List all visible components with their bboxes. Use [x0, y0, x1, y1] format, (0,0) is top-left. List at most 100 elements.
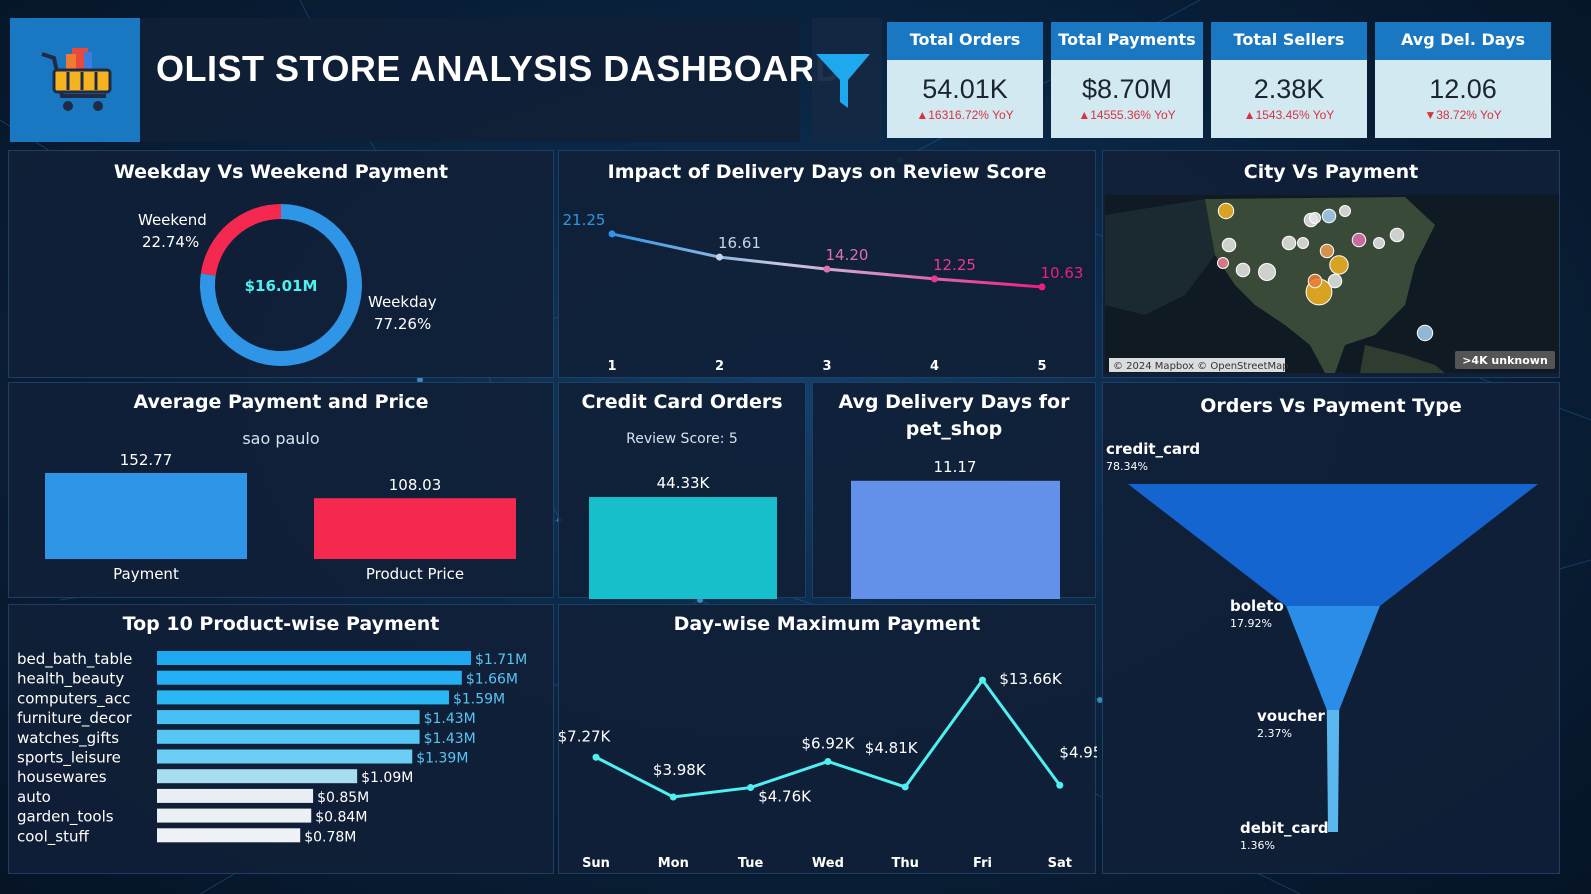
product-category-label: watches_gifts [17, 729, 119, 748]
kpi-value: $8.70M [1081, 74, 1173, 104]
review-data-label: 14.20 [826, 246, 869, 264]
funnel-percent-label: 78.34% [1106, 460, 1148, 473]
daywise-data-label: $13.66K [999, 670, 1062, 688]
kpi-total-sellers: Total Sellers 2.38K ▲1543.45% YoY [1211, 22, 1367, 138]
orders-payment-type-panel: Orders Vs Payment Type credit_card 78.34%… [1102, 382, 1560, 874]
product-category-label: garden_tools [17, 808, 114, 827]
product-category-label: furniture_decor [17, 709, 132, 728]
review-data-label: 21.25 [563, 211, 606, 229]
product-value-label: $1.66M [466, 672, 518, 688]
x-tick-label: 3 [822, 359, 831, 374]
x-tick-label: 5 [1037, 359, 1046, 374]
review-point [1038, 283, 1046, 291]
city-bubble [1327, 273, 1343, 289]
bar-value-label: 108.03 [389, 476, 442, 494]
product-bar [157, 828, 301, 843]
kpi-yoy: ▼38.72% YoY [1424, 108, 1502, 122]
weekend-label: Weekend [138, 211, 207, 229]
triangle-up-icon: ▲ [1243, 108, 1256, 122]
pet-delivery-bar-chart: 11.17 [851, 458, 1060, 599]
daywise-data-label: $4.81K [865, 739, 919, 757]
logo-box [10, 18, 140, 142]
x-tick-label: 4 [930, 359, 939, 374]
top-products-panel: Top 10 Product-wise Payment bed_bath_tab… [8, 604, 554, 874]
city-bubble [1235, 262, 1251, 278]
city-bubble [1319, 243, 1335, 259]
payment-type-funnel-chart: credit_card 78.34% boleto 17.92% voucher 2.37… [1106, 440, 1538, 852]
product-bar [157, 729, 420, 744]
triangle-down-icon: ▼ [1424, 108, 1437, 122]
bar-value-label: 44.33K [657, 474, 711, 492]
review-point [716, 253, 723, 261]
kpi-label: Total Payments [1051, 22, 1203, 60]
kpi-value: 54.01K [922, 74, 1008, 104]
funnel-percent-label: 17.92% [1230, 617, 1272, 630]
funnel-stage-credit_card [1128, 484, 1538, 606]
kpi-avg-del-days: Avg Del. Days 12.06 ▼38.72% YoY [1375, 22, 1551, 138]
weekday-percent: 77.26% [374, 315, 432, 333]
city-map[interactable]: © 2024 Mapbox © OpenStreetMap >4K unknow… [1105, 195, 1559, 373]
daywise-data-label: $7.27K [559, 727, 612, 745]
x-tick-label: Sun [582, 856, 610, 871]
city-bubble [1389, 227, 1405, 243]
weekday-label: Weekday [368, 293, 437, 311]
daywise-point [979, 676, 986, 684]
product-category-label: computers_acc [17, 689, 130, 708]
city-bubble [1416, 324, 1434, 342]
kpi-label: Total Orders [887, 22, 1043, 60]
product-bar [157, 749, 413, 764]
daywise-point [669, 793, 677, 801]
bar-product-price [314, 498, 516, 559]
shopping-cart-icon [41, 48, 112, 111]
product-value-label: $1.59M [453, 691, 505, 707]
city-bubble [1221, 237, 1237, 253]
filter-button[interactable] [812, 18, 882, 142]
funnel-filter-icon [816, 54, 870, 108]
kpi-total-orders: Total Orders 54.01K ▲16316.72% YoY [887, 22, 1043, 138]
weekday-weekend-panel: Weekday Vs Weekend Payment Weekend 22.74… [8, 150, 554, 378]
weekend-percent: 22.74% [142, 233, 200, 251]
top-products-bar-chart: bed_bath_table $1.71M health_beauty $1.66M c… [17, 650, 527, 846]
x-tick-label: 2 [715, 359, 724, 374]
daywise-line-chart: $7.27K Sun $3.98K Mon $4.76K Tue $6.92K Wed $4.8… [559, 670, 1097, 871]
city-bubble [1351, 232, 1367, 248]
kpi-value: 2.38K [1253, 74, 1325, 104]
city-bubble [1309, 212, 1321, 224]
product-category-label: auto [17, 788, 51, 806]
city-bubble [1307, 273, 1323, 289]
bar-value-label: 11.17 [934, 458, 977, 476]
review-point [608, 230, 616, 238]
funnel-category-label: debit_card [1240, 819, 1329, 837]
dashboard-title: OLIST STORE ANALYSIS DASHBOARD [156, 48, 842, 89]
city-bubble [1217, 202, 1235, 220]
product-value-label: $0.78M [304, 829, 356, 845]
city-payment-panel: City Vs Payment © 2024 Mapbox © OpenStre… [1102, 150, 1560, 378]
product-category-label: housewares [17, 768, 107, 786]
funnel-percent-label: 1.36% [1240, 839, 1275, 852]
x-tick-label: Fri [973, 856, 992, 871]
city-bubble [1297, 237, 1309, 249]
daywise-point [824, 757, 832, 765]
x-tick-label: Mon [658, 856, 689, 871]
kpi-total-payments: Total Payments $8.70M ▲14555.36% YoY [1051, 22, 1203, 138]
bar-value-label: 152.77 [120, 451, 173, 469]
x-tick-label: Tue [738, 856, 764, 871]
x-tick-label: Wed [812, 856, 844, 871]
city-bubble [1281, 235, 1297, 251]
kpi-yoy: ▲16316.72% YoY [916, 108, 1014, 122]
bar-payment [45, 473, 247, 559]
funnel-stage-voucher [1326, 710, 1340, 832]
city-bubble [1339, 205, 1351, 217]
x-tick-label: 1 [607, 359, 616, 374]
product-bar [157, 670, 462, 685]
funnel-stage-boleto [1286, 606, 1380, 710]
product-bar [157, 690, 449, 705]
city-bubble [1217, 257, 1229, 269]
panel-title: City Vs Payment [1243, 161, 1419, 183]
credit-card-orders-panel: Credit Card Orders Review Score: 5 44.33… [558, 382, 806, 599]
map-attribution: © 2024 Mapbox © OpenStreetMap [1113, 361, 1289, 372]
bar-category-label: Product Price [366, 565, 464, 583]
review-data-label: 16.61 [718, 234, 761, 252]
product-value-label: $1.43M [424, 711, 476, 727]
city-bubble [1258, 263, 1276, 281]
